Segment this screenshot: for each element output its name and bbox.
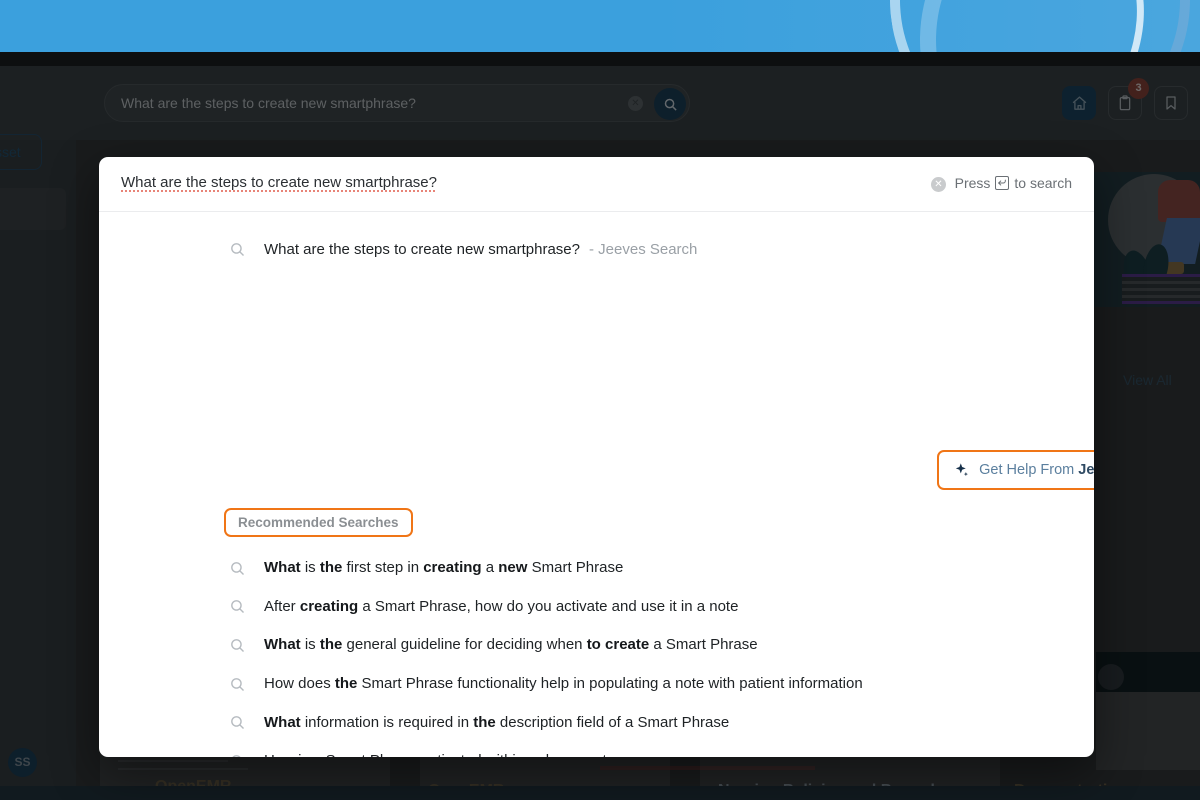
suggestion-row[interactable]: What is the general guideline for decidi… [99,626,1094,665]
suggestion-row[interactable]: What is the first step in creating a new… [99,549,1094,588]
press-hint-suffix: to search [1014,175,1072,191]
modal-header: What are the steps to create new smartph… [99,157,1094,212]
get-help-from-jeeves-bot-button[interactable]: Get Help From Jeeves Bot [937,450,1094,490]
suggestion-text: How is a Smart Phrase activated within a… [264,752,607,757]
suggestion-text: What information is required in the desc… [264,713,730,731]
suggestion-text: What is the general guideline for decidi… [264,636,758,654]
suggestion-text: After creating a Smart Phrase, how do yo… [264,597,739,615]
search-icon [229,241,246,258]
first-result-row[interactable]: What are the steps to create new smartph… [99,241,1094,258]
suggestion-row[interactable]: How does the Smart Phrase functionality … [99,665,1094,704]
jeeves-brand: Jeeves Bot [1078,462,1094,478]
search-suggestions-modal: What are the steps to create new smartph… [99,157,1094,757]
search-icon [229,753,246,757]
search-icon [229,598,246,615]
jeeves-button-label: Get Help From Jeeves Bot [979,462,1094,478]
top-blue-banner [0,0,1200,52]
jeeves-prefix: Get Help From [979,462,1079,478]
suggestion-row[interactable]: What information is required in the desc… [99,703,1094,742]
recommended-searches-list: What is the first step in creating a new… [99,549,1094,757]
search-icon [229,637,246,654]
suggestion-row[interactable]: How is a Smart Phrase activated within a… [99,742,1094,757]
press-hint-prefix: Press [954,175,991,191]
first-result-query: What are the steps to create new smartph… [264,241,580,258]
suggestion-row[interactable]: After creating a Smart Phrase, how do yo… [99,588,1094,627]
sparkle-icon [953,462,970,479]
search-icon [229,560,246,577]
enter-key-icon [995,176,1010,190]
suggestion-text: What is the first step in creating a new… [264,559,624,577]
suggestion-text: How does the Smart Phrase functionality … [264,675,863,693]
first-result-source: - Jeeves Search [589,241,698,258]
modal-search-input[interactable]: What are the steps to create new smartph… [121,174,437,191]
banner-swirl-graphic-3 [911,0,1179,52]
search-icon [229,714,246,731]
press-enter-hint: Press to search [955,175,1072,191]
recommended-searches-label: Recommended Searches [224,508,413,537]
search-icon [229,676,246,693]
modal-clear-icon[interactable]: ✕ [931,177,946,192]
app-root: es What are the steps to create new smar… [0,0,1200,800]
